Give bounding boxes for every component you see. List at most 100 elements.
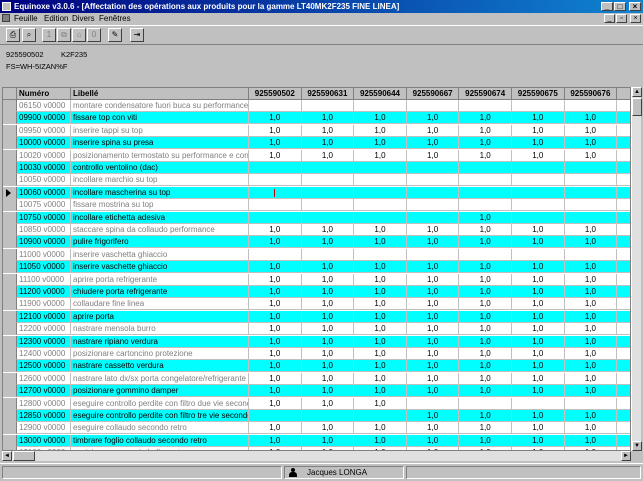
row-indicator[interactable]	[3, 286, 17, 298]
cell-value[interactable]	[301, 211, 355, 224]
cell-numero[interactable]: 11100 v0000	[17, 273, 71, 286]
cell-value[interactable]	[564, 248, 618, 261]
cell-value[interactable]: 1,0	[301, 137, 355, 150]
cell-value-editing[interactable]	[249, 186, 302, 199]
row-indicator[interactable]	[3, 273, 17, 286]
cell-libelle[interactable]: inserire vaschette ghiaccio	[71, 261, 249, 274]
cell-value[interactable]: 1,0	[249, 298, 302, 311]
cell-value[interactable]: 1,0	[301, 224, 355, 236]
cell-libelle[interactable]: controllo ventolino (dac)	[71, 162, 249, 174]
table-row[interactable]: 10850 v0000 staccare spina da collaudo pe…	[3, 224, 630, 236]
cell-libelle[interactable]: montare condensatore fuori buca su perfo…	[71, 100, 249, 112]
column-header-product[interactable]: 925590631	[301, 88, 355, 100]
cell-libelle[interactable]: fissare mostrina su top	[71, 199, 249, 212]
cell-libelle[interactable]: pulire frigorifero	[71, 236, 249, 249]
row-indicator[interactable]	[3, 298, 17, 311]
cell-value[interactable]: 1,0	[564, 261, 618, 274]
cell-value[interactable]: 1,0	[459, 434, 512, 447]
column-header-product[interactable]: 92	[617, 88, 630, 100]
cell-value[interactable]: 1,0	[564, 224, 618, 236]
cell-libelle[interactable]: posizionare cartoncino protezione	[71, 348, 249, 360]
row-indicator[interactable]	[3, 323, 17, 336]
cell-numero[interactable]: 12850 v0000	[17, 410, 71, 422]
scroll-up-button[interactable]: ▲	[632, 87, 642, 97]
cell-numero[interactable]: 10020 v0000	[17, 149, 71, 162]
cell-value[interactable]: 1,0	[301, 397, 355, 410]
cell-value[interactable]	[301, 100, 355, 112]
child-restore-button[interactable]: ▫	[616, 14, 627, 23]
cell-value[interactable]: 1,0	[354, 348, 407, 360]
cell-value[interactable]: 1,0	[512, 434, 565, 447]
cell-value[interactable]: 1,0	[406, 112, 460, 125]
table-row[interactable]: 11200 v0000 chiudere porta refrigerante 1…	[3, 286, 630, 298]
cell-value[interactable]	[354, 174, 407, 187]
cell-numero[interactable]: 11200 v0000	[17, 286, 71, 298]
cell-numero[interactable]: 12100 v0000	[17, 310, 71, 323]
cell-value[interactable]: 1,0	[354, 298, 407, 311]
cell-value[interactable]: 1,0	[406, 236, 460, 249]
menu-feuille[interactable]: Feuille	[14, 13, 38, 24]
one-button[interactable]: 1	[42, 28, 56, 42]
cell-numero[interactable]: 10900 v0000	[17, 236, 71, 249]
table-row[interactable]: 10060 v0000 incollare mascherina su top	[3, 186, 630, 199]
row-indicator[interactable]	[3, 100, 17, 112]
cell-value[interactable]	[617, 125, 630, 137]
cell-value[interactable]: 1,0	[301, 434, 355, 447]
cell-numero[interactable]: 12200 v0000	[17, 323, 71, 336]
table-row[interactable]: 10750 v0000 incollare etichetta adesiva 1,…	[3, 211, 630, 224]
row-indicator[interactable]	[3, 162, 17, 174]
cell-value[interactable]: 1,0	[354, 434, 407, 447]
row-indicator[interactable]	[3, 261, 17, 274]
cell-value[interactable]: 1,0	[354, 124, 407, 137]
cell-value[interactable]: 1,0	[564, 385, 618, 398]
table-row[interactable]: 10030 v0000 controllo ventolino (dac)	[3, 162, 630, 174]
cell-value[interactable]	[617, 199, 630, 212]
cell-value[interactable]: 1,0	[512, 335, 565, 348]
row-indicator[interactable]	[3, 236, 17, 249]
cell-value[interactable]	[354, 410, 407, 422]
cell-value[interactable]: 1,0	[512, 385, 565, 398]
row-indicator[interactable]	[3, 112, 17, 125]
cell-libelle[interactable]: fissare top con viti	[71, 112, 249, 125]
cell-value[interactable]: 1,0	[459, 286, 512, 298]
cell-value[interactable]: 1,0	[301, 273, 355, 286]
row-indicator[interactable]	[3, 360, 17, 373]
row-indicator[interactable]	[3, 335, 17, 348]
table-row[interactable]: 12500 v0000 nastrare cassetto verdura 1,0 1…	[3, 360, 630, 373]
cell-value[interactable]: 1,0	[354, 397, 407, 410]
row-indicator[interactable]	[3, 186, 17, 199]
cell-value[interactable]: 1,0	[354, 360, 407, 373]
cell-libelle[interactable]: nastrare ripiano verdura	[71, 335, 249, 348]
cell-value[interactable]	[459, 186, 512, 199]
cell-libelle[interactable]: aprire porta refrigerante	[71, 273, 249, 286]
cell-value[interactable]: 1,0	[512, 124, 565, 137]
row-indicator[interactable]	[3, 149, 17, 162]
cell-value[interactable]: 1,0	[354, 385, 407, 398]
cell-value[interactable]: 1,0	[406, 372, 460, 385]
cell-value[interactable]: 1,0	[512, 372, 565, 385]
cell-value[interactable]	[301, 410, 355, 422]
row-indicator[interactable]	[3, 348, 17, 360]
table-row[interactable]: 12700 v0000 posizionare gommino damper 1,0…	[3, 385, 630, 398]
cell-numero[interactable]: 10850 v0000	[17, 224, 71, 236]
cell-value[interactable]	[617, 323, 630, 336]
cell-value[interactable]: 1,0	[564, 360, 618, 373]
cell-value[interactable]: 1,0	[301, 335, 355, 348]
cell-value[interactable]: 1,0	[512, 410, 565, 422]
cell-value[interactable]: 1,0	[512, 286, 565, 298]
table-row[interactable]: 12900 v0000 eseguire collaudo secondo ret…	[3, 422, 630, 435]
cell-value[interactable]: 1,0	[512, 348, 565, 360]
row-indicator[interactable]	[3, 434, 17, 447]
cell-value[interactable]: 1,0	[512, 137, 565, 150]
cell-value[interactable]: 1,0	[249, 224, 302, 236]
cell-value[interactable]	[354, 100, 407, 112]
cell-value[interactable]	[249, 100, 302, 112]
cell-value[interactable]	[354, 211, 407, 224]
horizontal-scrollbar[interactable]: ◄ ►	[2, 451, 631, 461]
cell-value[interactable]	[617, 398, 630, 410]
cell-value[interactable]: 1,0	[249, 137, 302, 150]
cell-libelle[interactable]: incollare mascherina su top	[71, 186, 249, 199]
cell-value[interactable]: 1,0	[249, 323, 302, 336]
cell-value[interactable]: 1,0	[301, 372, 355, 385]
cell-value[interactable]	[617, 162, 630, 174]
